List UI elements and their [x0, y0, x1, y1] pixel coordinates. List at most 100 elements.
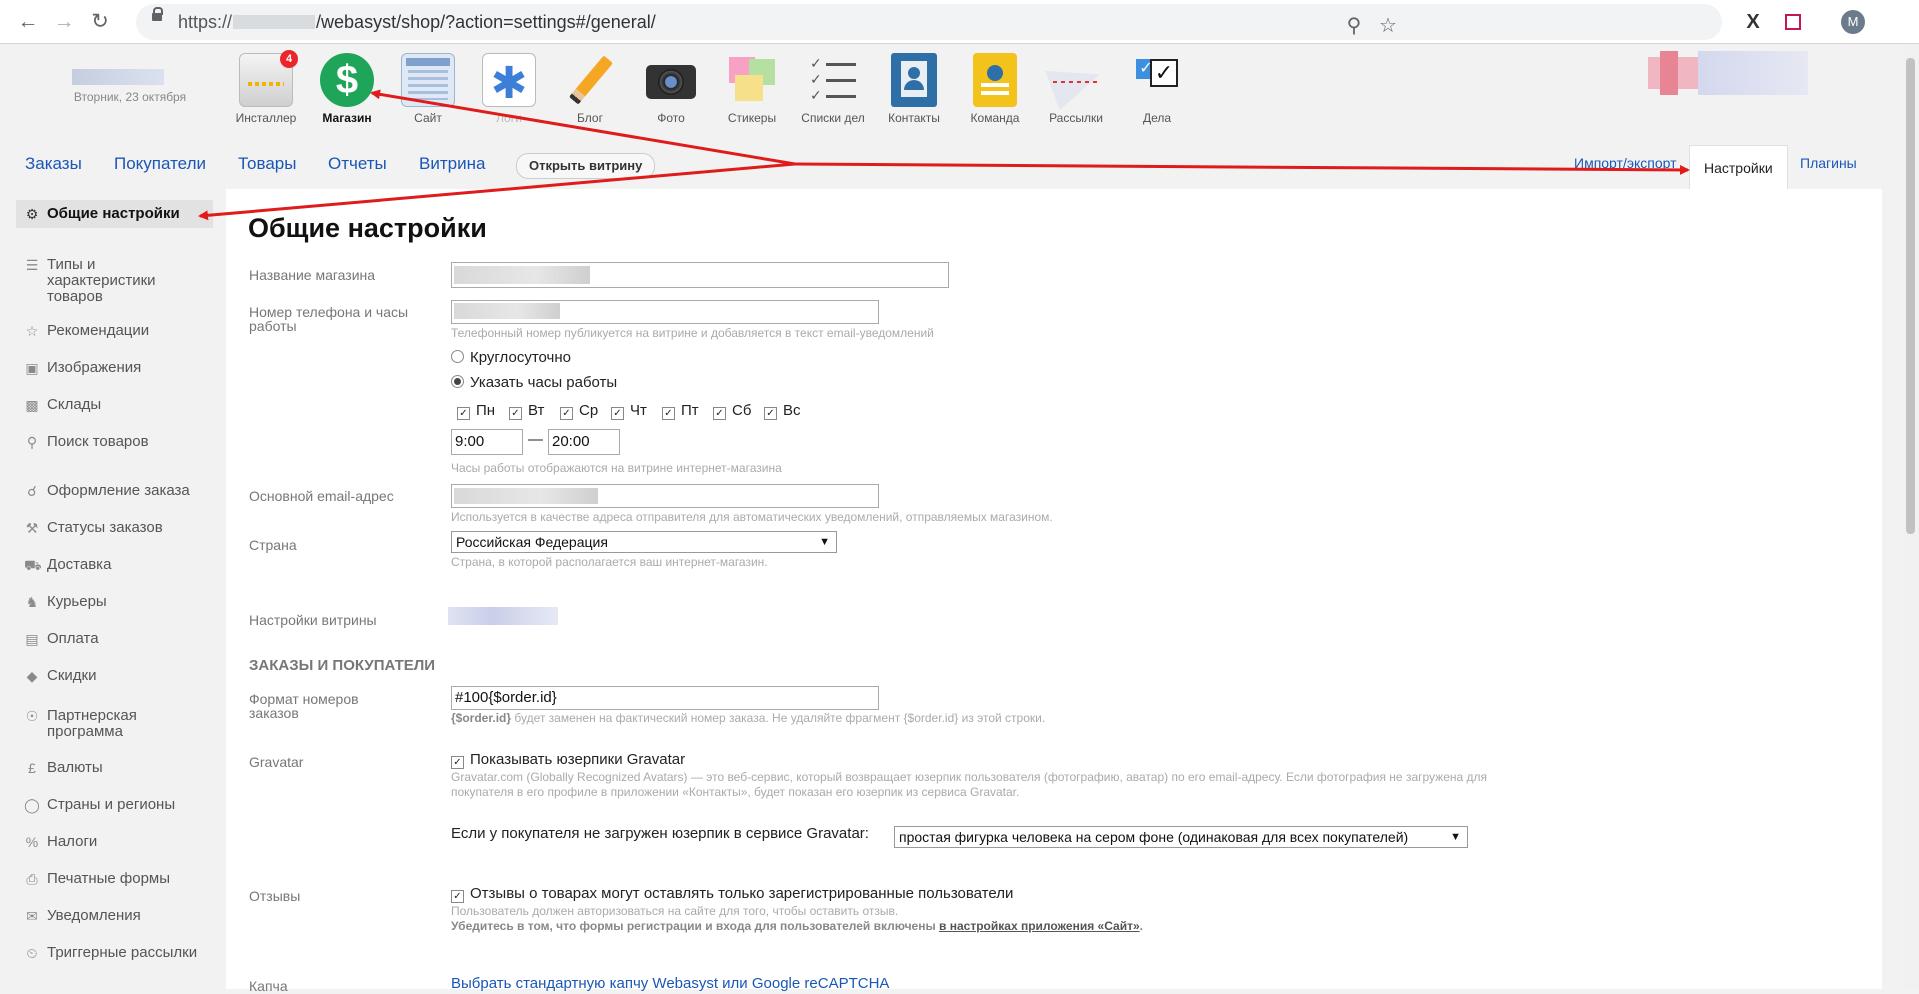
checkbox[interactable]: ✓ [509, 407, 522, 420]
bookmark-star-icon[interactable]: ☆ [1376, 14, 1400, 38]
sidebar-item-followups[interactable]: ⏲ Триггерные рассылки [24, 945, 214, 962]
storefront-settings-value[interactable] [448, 607, 558, 625]
sidebar-item-order-statuses[interactable]: ⚒ Статусы заказов [24, 520, 214, 537]
radio-24h[interactable]: Круглосуточно [451, 349, 571, 366]
menu-storefront[interactable]: Витрина [419, 154, 485, 174]
day-sun[interactable]: ✓ Вс [764, 402, 801, 420]
checkbox[interactable]: ✓ [560, 407, 573, 420]
radio-hours[interactable]: Указать часы работы [451, 374, 617, 391]
installer-icon: 4 [239, 50, 298, 107]
app-photos[interactable]: Фото [631, 53, 711, 125]
sidebar-item-affiliate[interactable]: ☉ Партнерская программа [24, 708, 154, 740]
app-mailer[interactable]: Рассылки [1036, 53, 1116, 125]
camera-icon [644, 53, 698, 107]
app-tasks[interactable]: ✓ ✓ Дела [1117, 53, 1197, 125]
captcha-label: Капча [249, 978, 288, 994]
extension-x-icon[interactable]: X [1741, 10, 1765, 34]
sidebar-item-shipping[interactable]: ⛟ Доставка [24, 557, 214, 574]
site-settings-link[interactable]: в настройках приложения «Сайт» [939, 919, 1140, 933]
app-site[interactable]: Сайт [388, 53, 468, 125]
order-format-input[interactable]: #100{$order.id} [451, 686, 879, 710]
app-contacts[interactable]: Контакты [874, 53, 954, 125]
time-to-input[interactable]: 20:00 [548, 429, 620, 455]
partner-icon: ☉ [25, 708, 39, 724]
checkbox[interactable]: ✓ [457, 407, 470, 420]
profile-avatar[interactable]: M [1841, 10, 1865, 34]
browser-toolbar: ← → ↻ https:///webasyst/shop/?action=set… [0, 0, 1919, 44]
account-logo[interactable] [72, 69, 164, 85]
app-stickies[interactable]: Стикеры [712, 53, 792, 125]
sidebar-item-checkout[interactable]: ☌ Оформление заказа [24, 483, 214, 500]
forward-icon[interactable]: → [52, 10, 76, 34]
checkbox-tasks-icon: ✓ ✓ [1130, 53, 1184, 107]
tab-import-export[interactable]: Импорт/экспорт [1574, 155, 1677, 171]
menu-reports[interactable]: Отчеты [328, 154, 387, 174]
sidebar-item-search[interactable]: ⚲ Поиск товаров [24, 434, 214, 451]
address-bar[interactable]: https:///webasyst/shop/?action=settings#… [136, 4, 1722, 40]
sidebar-item-discounts[interactable]: ◆ Скидки [24, 668, 214, 685]
app-blog[interactable]: Блог [550, 53, 630, 125]
app-todo[interactable]: ✓ ✓ ✓ Списки дел [793, 53, 873, 125]
scrollbar-thumb[interactable] [1906, 58, 1915, 534]
store-name-input[interactable] [451, 262, 949, 288]
extension-shield-icon[interactable] [1781, 10, 1805, 34]
sidebar-item-payment[interactable]: ▤ Оплата [24, 631, 214, 648]
day-thu[interactable]: ✓ Чт [611, 402, 647, 420]
checkbox[interactable]: ✓ [713, 407, 726, 420]
day-mon[interactable]: ✓ Пн [457, 402, 495, 420]
sidebar-item-notifications[interactable]: ✉ Уведомления [24, 908, 214, 925]
country-select[interactable]: Российская Федерация ▼ [451, 531, 837, 553]
radio-button[interactable] [451, 350, 464, 363]
menu-orders[interactable]: Заказы [25, 154, 82, 174]
day-fri[interactable]: ✓ Пт [662, 402, 699, 420]
page-title: Общие настройки [248, 213, 487, 243]
sidebar-item-printforms[interactable]: ⎙ Печатные формы [24, 871, 214, 888]
badge-card-icon [973, 53, 1017, 107]
checkbox[interactable]: ✓ [451, 890, 464, 903]
captcha-link[interactable]: Выбрать стандартную капчу Webasyst или G… [451, 975, 889, 992]
sidebar-item-currencies[interactable]: £ Валюты [24, 760, 214, 777]
sidebar-item-types[interactable]: ☰ Типы и характеристики товаров [24, 257, 174, 305]
sidebar-item-images[interactable]: ▣ Изображения [24, 360, 214, 377]
page-scrollbar[interactable] [1902, 44, 1919, 989]
app-installer[interactable]: 4 Инсталлер [226, 50, 306, 125]
open-storefront-button[interactable]: Открыть витрину [516, 153, 656, 179]
gravatar-label: Gravatar [249, 754, 304, 770]
phone-input[interactable] [451, 300, 879, 324]
reload-icon[interactable]: ↻ [88, 10, 112, 34]
checkbox[interactable]: ✓ [764, 407, 777, 420]
sidebar-item-taxes[interactable]: % Налоги [24, 834, 214, 851]
email-input[interactable] [451, 484, 879, 508]
day-tue[interactable]: ✓ Вт [509, 402, 544, 420]
menu-customers[interactable]: Покупатели [114, 154, 206, 174]
sidebar-item-couriers[interactable]: ♞ Курьеры [24, 594, 214, 611]
day-sat[interactable]: ✓ Сб [713, 402, 751, 420]
reviews-checkbox-row[interactable]: ✓ Отзывы о товарах могут оставлять только… [451, 885, 1013, 903]
app-shop[interactable]: $ Магазин [307, 53, 387, 125]
checkbox[interactable]: ✓ [611, 407, 624, 420]
sidebar-item-recommendations[interactable]: ☆ Рекомендации [24, 323, 214, 340]
gravatar-checkbox-row[interactable]: ✓ Показывать юзерпики Gravatar [451, 751, 685, 769]
contacts-book-icon [891, 53, 937, 107]
gears-icon: ⚙ [25, 206, 39, 222]
day-wed[interactable]: ✓ Ср [560, 402, 598, 420]
dollar-icon: $ [320, 53, 374, 107]
tab-settings[interactable]: Настройки [1689, 145, 1788, 189]
radio-button[interactable] [451, 375, 464, 388]
menu-products[interactable]: Товары [238, 154, 296, 174]
zoom-icon[interactable]: ⚲ [1342, 14, 1366, 38]
checkbox[interactable]: ✓ [662, 407, 675, 420]
sidebar-item-general[interactable]: ⚙ Общие настройки [16, 200, 213, 228]
app-logs[interactable]: ✱ Логи [469, 53, 549, 125]
runner-icon: ♞ [25, 594, 39, 610]
app-team[interactable]: Команда [955, 53, 1035, 125]
sidebar-item-stocks[interactable]: ▩ Склады [24, 397, 214, 414]
tab-plugins[interactable]: Плагины [1800, 155, 1857, 171]
email-label: Основной email-адрес [249, 488, 394, 504]
time-from-input[interactable]: 9:00 [451, 429, 523, 455]
gravatar-default-select[interactable]: простая фигурка человека на сером фоне (… [894, 826, 1468, 848]
back-icon[interactable]: ← [16, 10, 40, 34]
user-avatar-area[interactable] [1648, 51, 1808, 95]
checkbox[interactable]: ✓ [451, 756, 464, 769]
sidebar-item-countries[interactable]: ◯ Страны и регионы [24, 797, 214, 814]
